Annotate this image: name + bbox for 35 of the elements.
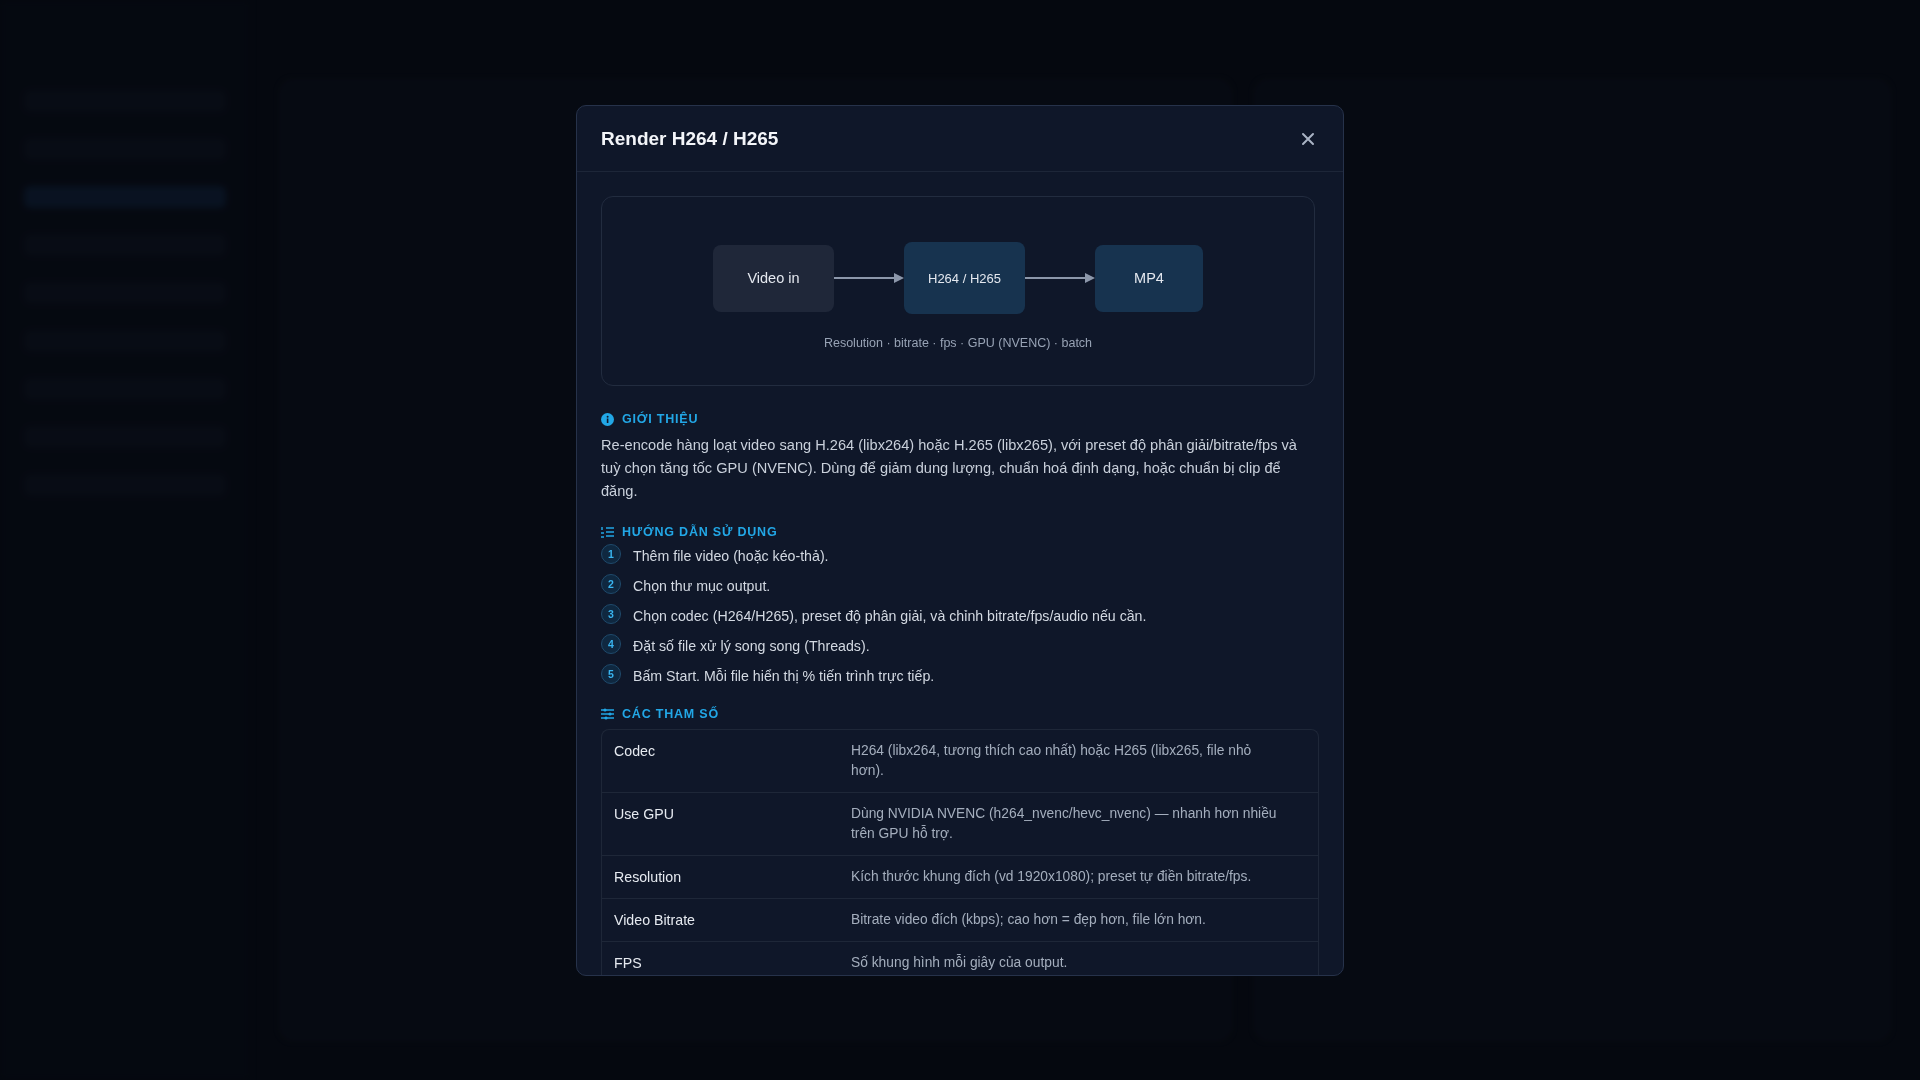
parameter-name: Codec [614, 742, 656, 761]
parameter-description: Số khung hình mỗi giây của output. [851, 953, 1069, 972]
list-icon [601, 526, 614, 538]
parameter-name: Use GPU [614, 805, 675, 824]
step-number: 1 [601, 544, 621, 564]
step-text: Chọn codec (H264/H265), preset độ phân giải, và chỉnh bitrate/fps/audio nếu cần. [633, 607, 1147, 625]
sliders-icon [601, 708, 614, 720]
arrow-icon [834, 272, 904, 284]
step-text: Đặt số file xử lý song song (Threads). [633, 637, 870, 655]
diagram-node: Video in [713, 244, 834, 312]
parameter-description: Kích thước khung đích (vd 1920x1080); preset tự điền bitrate/fps. [851, 868, 1253, 886]
step-number: 5 [601, 664, 621, 684]
parameter-description: Dùng NVIDIA NVENC (h264_nvenc/hevc_nvenc) — nhanh hơn nhiều trên GPU hỗ trợ. [851, 805, 1278, 843]
step-number: 2 [601, 574, 621, 594]
section-heading: HƯỚNG DẪN SỬ DỤNG [622, 525, 778, 539]
intro-text: Re-encode hàng loạt video sang H.264 (libx264) hoặc H.265 (libx265), với preset độ phân giải/bitrate/fps và tuỳ chọn tăng tốc GPU (NVENC). Dùng để giảm dung lượng, chuẩn hoá định dạng, hoặc chuẩn bị clip để đăng. [601, 436, 1298, 501]
parameter-name: Resolution [614, 868, 683, 887]
parameter-name: Video Bitrate [614, 911, 696, 930]
diagram-node: H264 / H265 [904, 242, 1025, 314]
close-icon [1301, 131, 1315, 146]
step-number: 3 [601, 604, 621, 624]
parameter-name: FPS [614, 954, 643, 973]
info-icon [601, 412, 614, 426]
diagram-node: MP4 [1095, 244, 1203, 312]
section-heading: GIỚI THIỆU [622, 412, 699, 426]
arrow-icon [1025, 272, 1095, 284]
dialog-title: Render H264 / H265 [601, 127, 779, 150]
step-text: Bấm Start. Mỗi file hiển thị % tiến trình trực tiếp. [633, 667, 935, 685]
step-text: Chọn thư mục output. [633, 577, 771, 595]
parameter-description: Bitrate video đích (kbps); cao hơn = đẹp hơn, file lớn hơn. [851, 911, 1207, 929]
diagram-caption: Resolution · bitrate · fps · GPU (NVENC) · batch [823, 336, 1093, 350]
section-heading: CÁC THAM SỐ [622, 707, 719, 721]
parameter-description: H264 (libx264, tương thích cao nhất) hoặc H265 (libx265, file nhỏ hơn). [851, 742, 1253, 780]
step-text: Thêm file video (hoặc kéo-thả). [633, 547, 829, 565]
step-number: 4 [601, 634, 621, 654]
